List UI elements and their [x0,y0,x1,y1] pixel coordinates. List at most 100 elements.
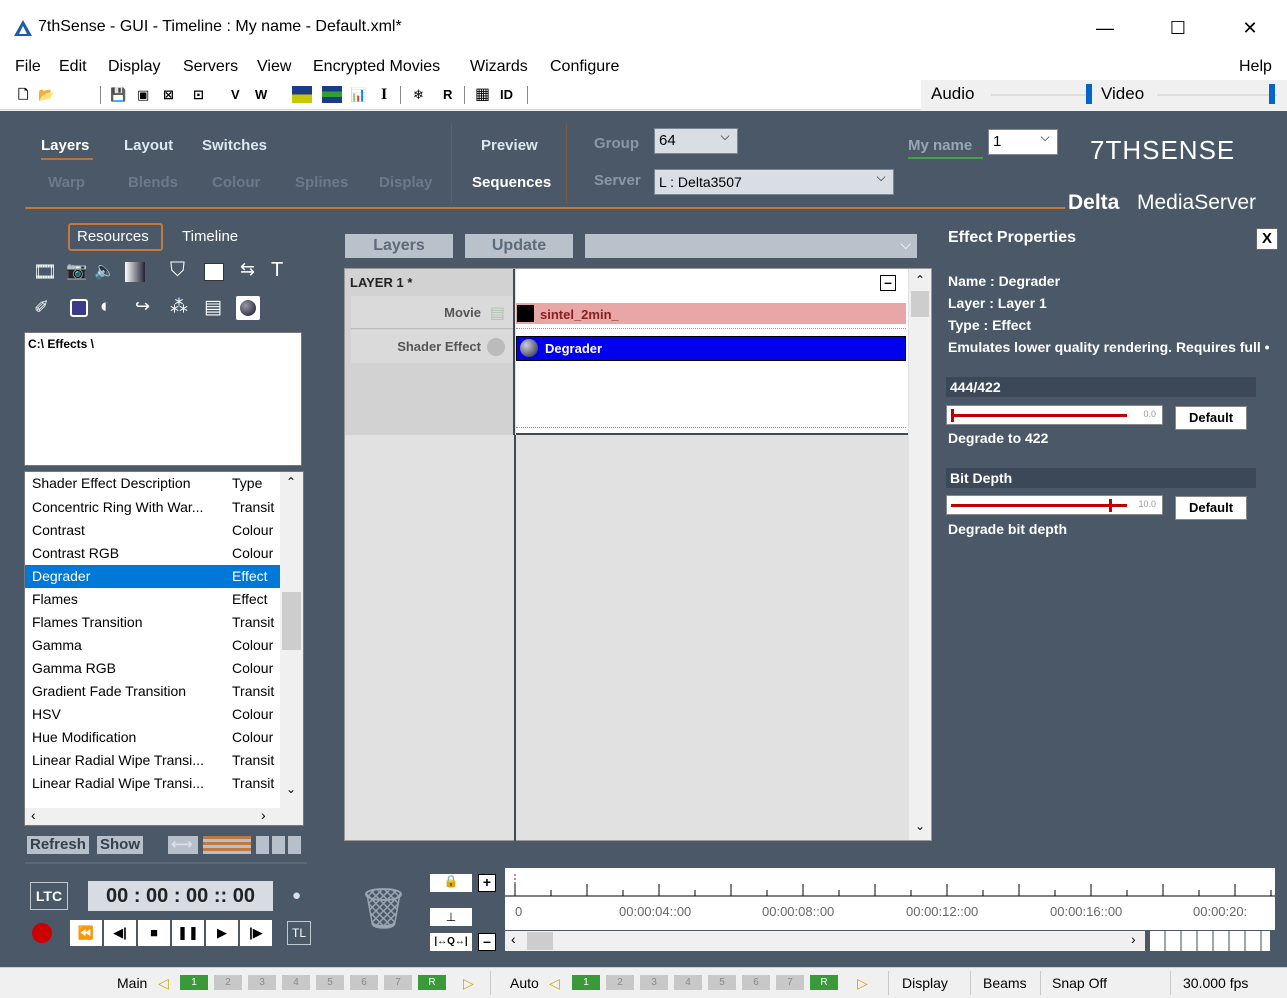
segment-5[interactable]: 5 [316,975,344,990]
properties-close-button[interactable]: X [1256,228,1278,250]
frame-icon[interactable] [204,263,224,281]
video-slider-thumb[interactable] [1268,84,1275,104]
auto-next-icon[interactable]: ▷ [857,973,868,993]
segment-1[interactable]: 1 [572,975,600,990]
list-item[interactable]: Gamma Colour [25,634,281,657]
server-select[interactable]: L : Delta3507 ⌵ [654,169,894,195]
tab-resources[interactable]: Resources [77,228,149,245]
open-folder-icon[interactable]: 📂 [38,86,54,103]
zoom-fit-icon[interactable]: |↔Q↔| [430,933,472,951]
grid-a-icon[interactable]: ⊠ [163,86,174,103]
list-item[interactable]: Linear Radial Wipe Transi... Transit [25,772,281,795]
snap-icon[interactable]: ⊥ [430,908,472,926]
show-button[interactable]: Show [97,836,143,854]
update-button[interactable]: Update [465,234,573,258]
status-snap[interactable]: Snap Off [1052,973,1107,993]
id-icon[interactable]: ID [500,86,513,103]
i-icon[interactable]: I [381,86,387,103]
nav-colour[interactable]: Colour [212,174,260,191]
scroll-thumb[interactable] [282,592,301,650]
status-display[interactable]: Display [902,973,948,993]
info-icon[interactable]: ● [292,887,301,904]
nav-preview[interactable]: Preview [481,137,538,154]
timeline-hscrollbar[interactable]: ‹ › [505,931,1145,951]
text-icon[interactable]: T [271,259,283,282]
list-item[interactable]: Flames Effect [25,588,281,611]
param-444-422-default-button[interactable]: Default [1175,406,1247,430]
nav-layers[interactable]: Layers [41,137,89,154]
audio-slider-track[interactable] [991,94,1091,96]
bars-icon[interactable]: 📊 [350,86,366,103]
maximize-button[interactable]: ☐ [1158,14,1198,42]
folder-tree[interactable]: C:\ Effects \ [24,332,302,466]
segment-r[interactable]: R [810,975,838,990]
menu-wizards[interactable]: Wizards [470,58,528,76]
close-button[interactable]: ✕ [1230,14,1270,42]
collapse-icon[interactable]: – [880,275,896,291]
layer-name[interactable]: LAYER 1 * [350,275,412,290]
new-file-icon[interactable]: 🗋 [18,86,28,103]
segment-6[interactable]: 6 [350,975,378,990]
scroll-thumb[interactable] [911,291,929,317]
r-icon[interactable]: R [443,86,452,103]
ltc-button[interactable]: LTC [30,882,68,910]
user-select[interactable]: 1 ⌵ [988,129,1058,155]
step-forward-button[interactable]: |▶ [240,920,272,946]
param-bit-depth-slider[interactable]: 10.0 [946,495,1163,515]
list-item[interactable]: Flames Transition Transit [25,611,281,634]
camera-icon[interactable]: 📷 [66,261,87,281]
column-header-type[interactable]: Type [232,475,262,491]
scroll-left-icon[interactable]: ‹ [31,807,36,823]
scroll-down-icon[interactable]: ⌄ [286,782,296,796]
list-item[interactable]: Gradient Fade Transition Transit [25,680,281,703]
effect-list[interactable]: Shader Effect Description Type Concentri… [24,471,304,826]
lock-toggle-icon[interactable]: 🔒 [430,874,472,892]
segment-4[interactable]: 4 [674,975,702,990]
main-prev-icon[interactable]: ◁ [158,973,169,993]
stop-button[interactable]: ■ [138,920,170,946]
nav-splines[interactable]: Splines [295,174,348,191]
shader-clip[interactable]: Degrader [516,336,906,361]
status-beams[interactable]: Beams [983,973,1027,993]
param-444-422-slider[interactable]: 0.0 [946,405,1163,425]
menu-servers[interactable]: Servers [183,58,238,76]
segment-6[interactable]: 6 [742,975,770,990]
segment-1[interactable]: 1 [180,975,208,990]
nav-switches[interactable]: Switches [202,137,267,154]
group-select[interactable]: 64 ⌵ [654,128,738,154]
menu-encrypted-movies[interactable]: Encrypted Movies [313,58,440,76]
menu-display[interactable]: Display [108,58,160,76]
audio-slider-thumb[interactable] [1086,84,1092,104]
save-icon[interactable]: 💾 [110,86,126,103]
segment-r[interactable]: R [418,975,446,990]
auto-prev-icon[interactable]: ◁ [549,973,560,993]
scroll-right-icon[interactable]: › [1131,931,1136,947]
audio-icon[interactable]: 🔈 [94,261,115,281]
lines-icon[interactable] [203,836,251,854]
list-item[interactable]: Contrast Colour [25,519,281,542]
menu-configure[interactable]: Configure [550,58,619,76]
grid-b-icon[interactable]: ⊡ [193,86,204,103]
timeline-ruler[interactable]: 0 00:00:04::00 00:00:08::00 00:00:12::00… [505,868,1275,930]
list-item[interactable]: HSV Colour [25,703,281,726]
nodes-icon[interactable]: ⁂ [170,296,188,317]
scroll-up-icon[interactable]: ⌃ [915,273,925,287]
segment-2[interactable]: 2 [214,975,242,990]
pause-button[interactable]: ❚❚ [172,920,204,946]
square-icon[interactable] [70,299,88,317]
main-next-icon[interactable]: ▷ [463,973,474,993]
scroll-right-icon[interactable]: › [261,807,266,823]
nav-display[interactable]: Display [379,174,432,191]
v-icon[interactable]: V [231,86,240,103]
play-button[interactable]: ▶ [206,920,238,946]
list-hscrollbar[interactable]: ‹ › [25,807,281,825]
scroll-down-icon[interactable]: ⌄ [915,819,925,833]
nav-warp[interactable]: Warp [48,174,85,191]
nav-blends[interactable]: Blends [128,174,178,191]
remove-layer-button[interactable]: – [478,933,496,951]
segment-5[interactable]: 5 [708,975,736,990]
scroll-thumb[interactable] [527,932,553,950]
slider-knob[interactable] [951,409,954,422]
segment-2[interactable]: 2 [606,975,634,990]
w-icon[interactable]: W [255,86,267,103]
